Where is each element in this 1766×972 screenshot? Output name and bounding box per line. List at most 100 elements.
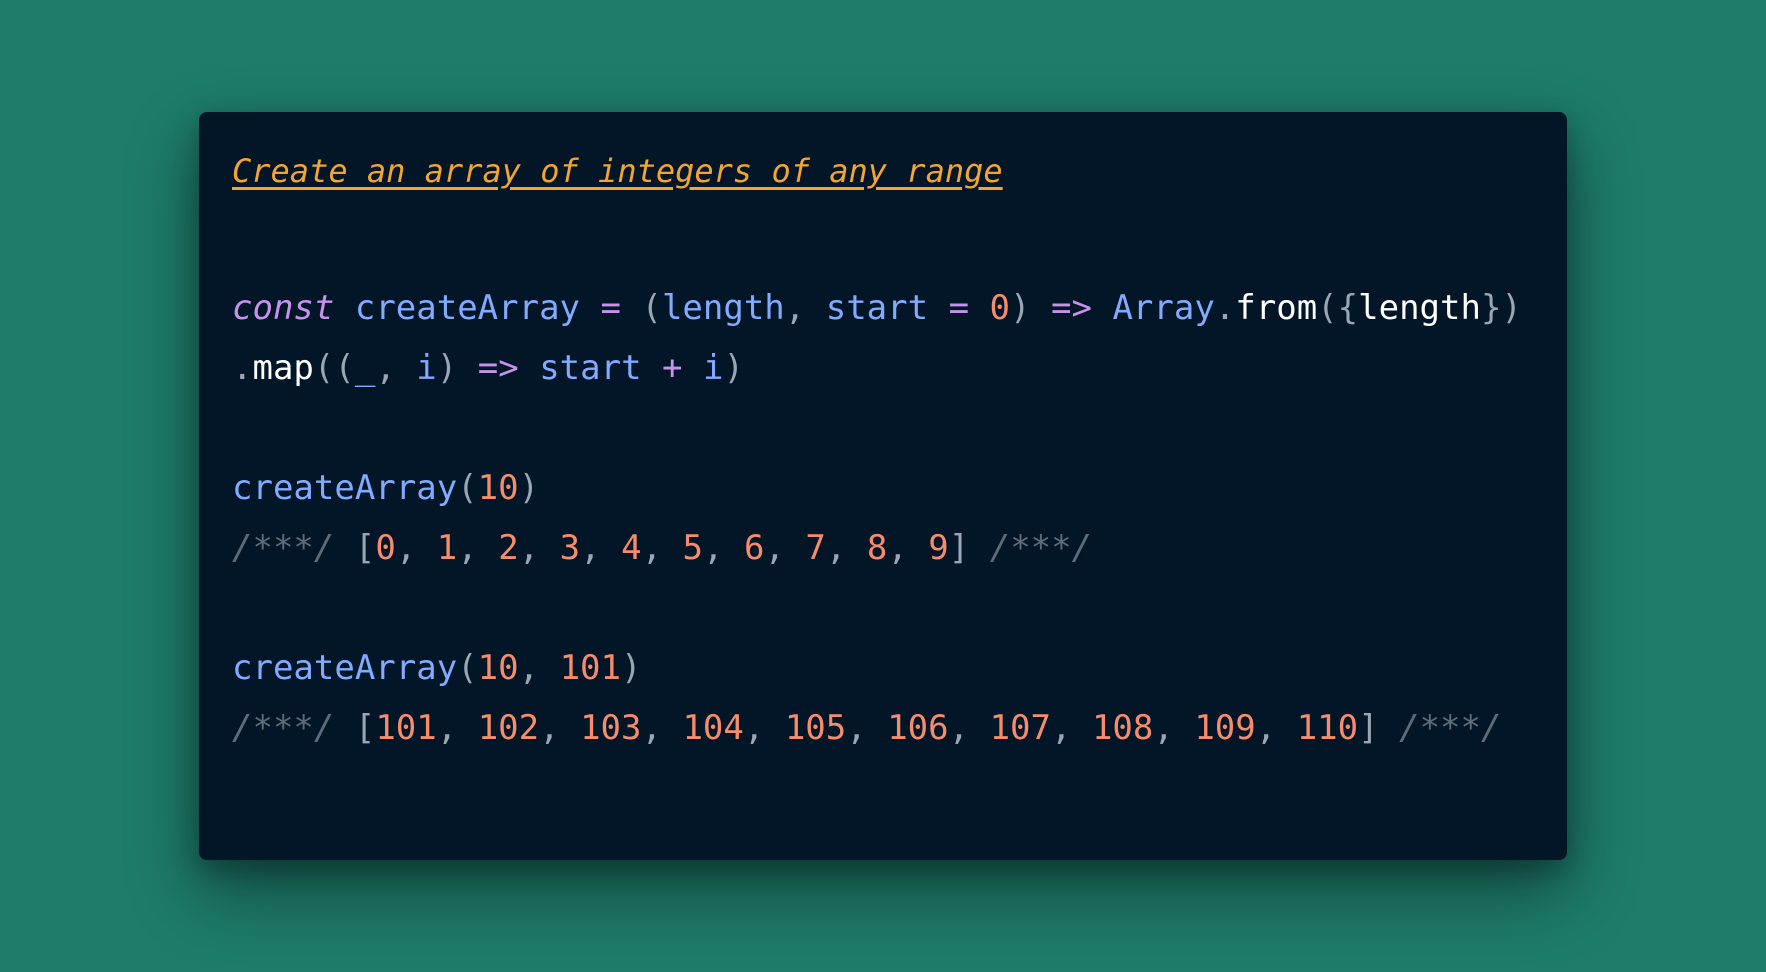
code-token-identifier: createArray: [354, 288, 581, 328]
code-token-punctuation: ,: [846, 708, 888, 748]
code-token-identifier: createArray: [232, 468, 458, 508]
code-token-keyword: +: [662, 348, 683, 388]
code-token-identifier: createArray: [232, 648, 458, 688]
snippet-title: Create an array of integers of any range: [232, 152, 1003, 190]
code-token-punctuation: ,: [641, 528, 683, 568]
code-token-keyword: =: [948, 288, 970, 328]
code-token-number: 5: [682, 528, 703, 568]
code-token-identifier: start: [539, 348, 642, 388]
code-line: const createArray = (length, start = 0) …: [232, 278, 1522, 338]
code-token-plain: map: [252, 348, 314, 388]
code-token-number: 107: [989, 708, 1051, 748]
code-token-number: 102: [477, 708, 540, 748]
code-token-number: 9: [928, 528, 949, 568]
code-token-number: 7: [805, 528, 826, 568]
code-token-comment: /***/: [989, 528, 1093, 568]
code-token-identifier: length: [661, 288, 785, 328]
code-line: /***/ [101, 102, 103, 104, 105, 106, 107…: [232, 698, 1522, 758]
code-token-punctuation: }): [1480, 288, 1522, 328]
code-line: createArray(10, 101): [232, 638, 1522, 698]
code-token-punctuation: ({: [1317, 288, 1359, 328]
code-token-keyword: =>: [477, 348, 519, 388]
code-token-punctuation: [: [354, 708, 376, 748]
code-token-punctuation: ((: [313, 348, 355, 388]
code-token-number: 3: [559, 528, 581, 568]
code-token-punctuation: ,: [743, 708, 785, 748]
code-token-punctuation: ,: [948, 708, 990, 748]
code-token-number: 103: [580, 708, 642, 748]
code-token-number: 1: [436, 528, 458, 568]
code-token-punctuation: ,: [703, 528, 744, 568]
code-token-number: 10: [477, 648, 519, 688]
code-token-number: 0: [375, 528, 396, 568]
code-token-number: 109: [1194, 708, 1256, 748]
code-token-comment: /***/: [232, 708, 335, 748]
code-token-punctuation: ): [518, 468, 540, 508]
code-token-number: 2: [498, 528, 519, 568]
code-token-identifier: Array: [1112, 288, 1215, 328]
code-token-punctuation: .: [232, 348, 253, 388]
code-token-punctuation: ,: [518, 528, 560, 568]
code-token-punctuation: ,: [518, 648, 560, 688]
code-token-number: 0: [989, 288, 1011, 328]
code-token-punctuation: ,: [375, 348, 417, 388]
code-token-identifier: _: [354, 348, 376, 388]
code-token-punctuation: ]: [948, 528, 970, 568]
code-token-punctuation: (: [457, 648, 478, 688]
code-token-number: 4: [621, 528, 642, 568]
code-token-number: 101: [375, 708, 437, 748]
code-token-number: 110: [1296, 708, 1359, 748]
code-token-punctuation: ): [436, 348, 458, 388]
code-token-comment: /***/: [1399, 708, 1502, 748]
code-token-plain: from: [1235, 288, 1318, 328]
code-token-punctuation: ,: [1255, 708, 1297, 748]
code-token-keyword: const: [232, 288, 335, 328]
code-token-punctuation: ,: [887, 528, 929, 568]
code-token-punctuation: ): [723, 348, 744, 388]
code-token-punctuation: ,: [784, 288, 826, 328]
code-token-identifier: i: [703, 348, 724, 388]
code-token-punctuation: ,: [539, 708, 581, 748]
code-token-punctuation: ]: [1358, 708, 1379, 748]
code-token-number: 101: [559, 648, 621, 688]
code-token-number: 8: [866, 528, 888, 568]
code-token-punctuation: ,: [580, 528, 622, 568]
code-token-punctuation: ,: [395, 528, 437, 568]
code-token-number: 105: [784, 708, 847, 748]
code-token-number: 104: [682, 708, 744, 748]
code-line: /***/ [0, 1, 2, 3, 4, 5, 6, 7, 8, 9] /**…: [232, 518, 1522, 578]
code-token-identifier: start: [825, 288, 929, 328]
code-snippet-window: Create an array of integers of any range…: [199, 112, 1567, 860]
code-token-number: 6: [743, 528, 765, 568]
code-token-keyword: =>: [1051, 288, 1092, 328]
code-token-keyword: =: [600, 288, 621, 328]
code-token-plain: length: [1358, 288, 1481, 328]
code-token-punctuation: ,: [1153, 708, 1195, 748]
code-token-identifier: i: [416, 348, 437, 388]
code-token-punctuation: ,: [825, 528, 867, 568]
code-token-number: 106: [887, 708, 949, 748]
code-token-punctuation: ): [1010, 288, 1031, 328]
code-token-punctuation: [: [354, 528, 376, 568]
code-token-punctuation: ,: [764, 528, 806, 568]
code-token-number: 10: [477, 468, 519, 508]
code-line: createArray(10): [232, 458, 1522, 518]
code-token-punctuation: ,: [457, 528, 499, 568]
code-token-punctuation: ,: [1051, 708, 1092, 748]
